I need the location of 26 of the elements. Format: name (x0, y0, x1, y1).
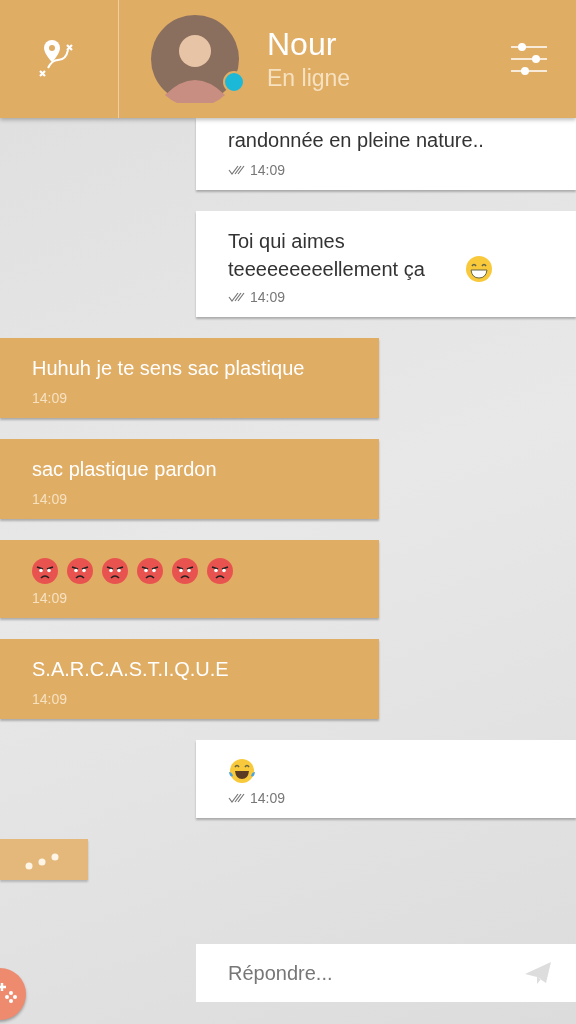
message-text: Toi qui aimes teeeeeeeeellement ça (228, 229, 426, 282)
angry-face-icon (207, 557, 233, 584)
contact-status: En ligne (267, 64, 352, 93)
message-time: 14:09 (32, 691, 68, 707)
message-text: Huhuh je te sens sac plastique (32, 357, 305, 379)
angry-face-icon (137, 557, 163, 584)
send-button[interactable] (524, 961, 552, 985)
angry-face-icon (172, 557, 198, 584)
message-text: randonnée en pleine nature.. (228, 129, 484, 151)
paper-plane-icon (524, 961, 552, 985)
angry-face-icon (32, 557, 58, 584)
reply-field[interactable]: Répondre... (196, 944, 576, 1002)
angry-face-icon (102, 557, 128, 584)
message-time: 14:09 (32, 491, 68, 507)
message-time: 14:09 (250, 289, 286, 305)
grinning-face-icon (466, 256, 492, 282)
message-time: 14:09 (32, 390, 68, 406)
tears-of-joy-icon (228, 757, 256, 784)
message-time: 14:09 (250, 162, 286, 178)
sliders-icon (510, 42, 548, 76)
message-text: S.A.R.C.A.S.T.I.Q.U.E (32, 658, 229, 680)
contact-name: Nour (267, 25, 338, 63)
angry-face-icon (67, 557, 93, 584)
message-text: sac plastique pardon (32, 458, 217, 480)
message-time: 14:09 (32, 590, 68, 606)
message-time: 14:09 (250, 790, 286, 806)
